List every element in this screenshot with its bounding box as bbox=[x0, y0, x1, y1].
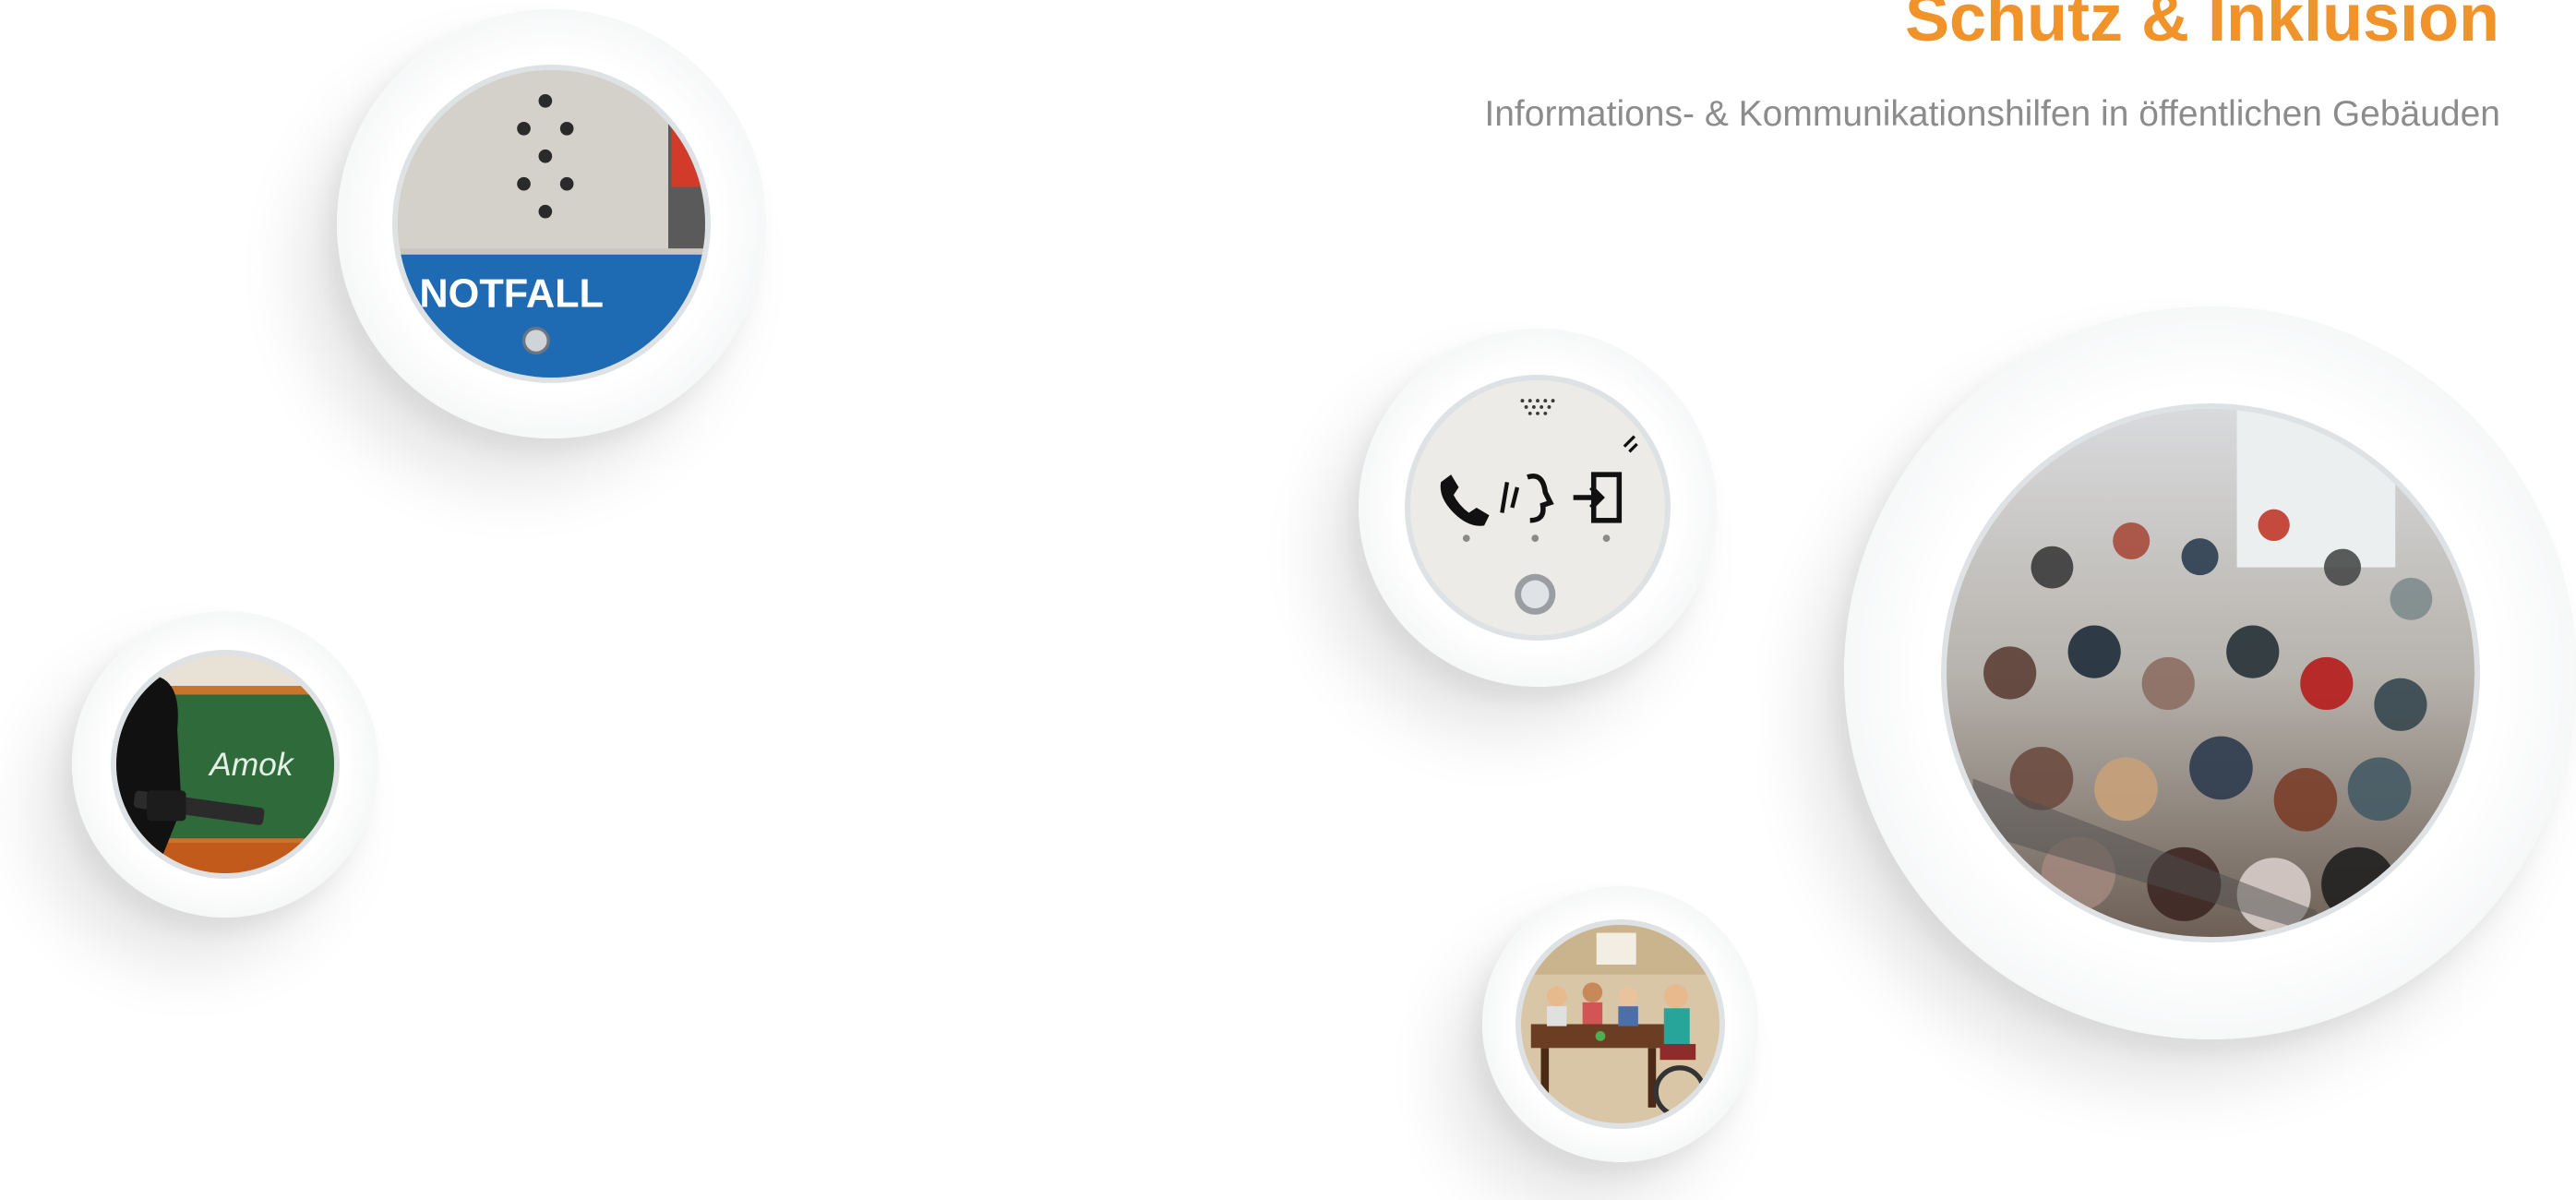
notfall-label: NOTFALL bbox=[419, 271, 604, 316]
call-button-icon bbox=[1521, 580, 1550, 609]
classroom-bubble bbox=[1482, 886, 1758, 1162]
amok-bubble: Amok bbox=[72, 611, 378, 918]
page-subtitle: Informations- & Kommunikationshilfen in … bbox=[1484, 94, 2500, 134]
crowd-bubble bbox=[1844, 306, 2576, 1039]
amok-label: Amok bbox=[208, 747, 295, 783]
notfall-panel-image: NOTFALL bbox=[398, 70, 705, 378]
classroom-inclusion-image bbox=[1521, 925, 1719, 1123]
notfall-bubble: NOTFALL bbox=[337, 9, 766, 438]
page-title: Schutz & Inklusion bbox=[1904, 0, 2499, 55]
intercom-bubble bbox=[1359, 329, 1717, 687]
intercom-panel-image bbox=[1410, 380, 1665, 635]
amok-chalkboard-image: Amok bbox=[116, 655, 334, 873]
crowd-mall-image bbox=[1947, 409, 2474, 937]
